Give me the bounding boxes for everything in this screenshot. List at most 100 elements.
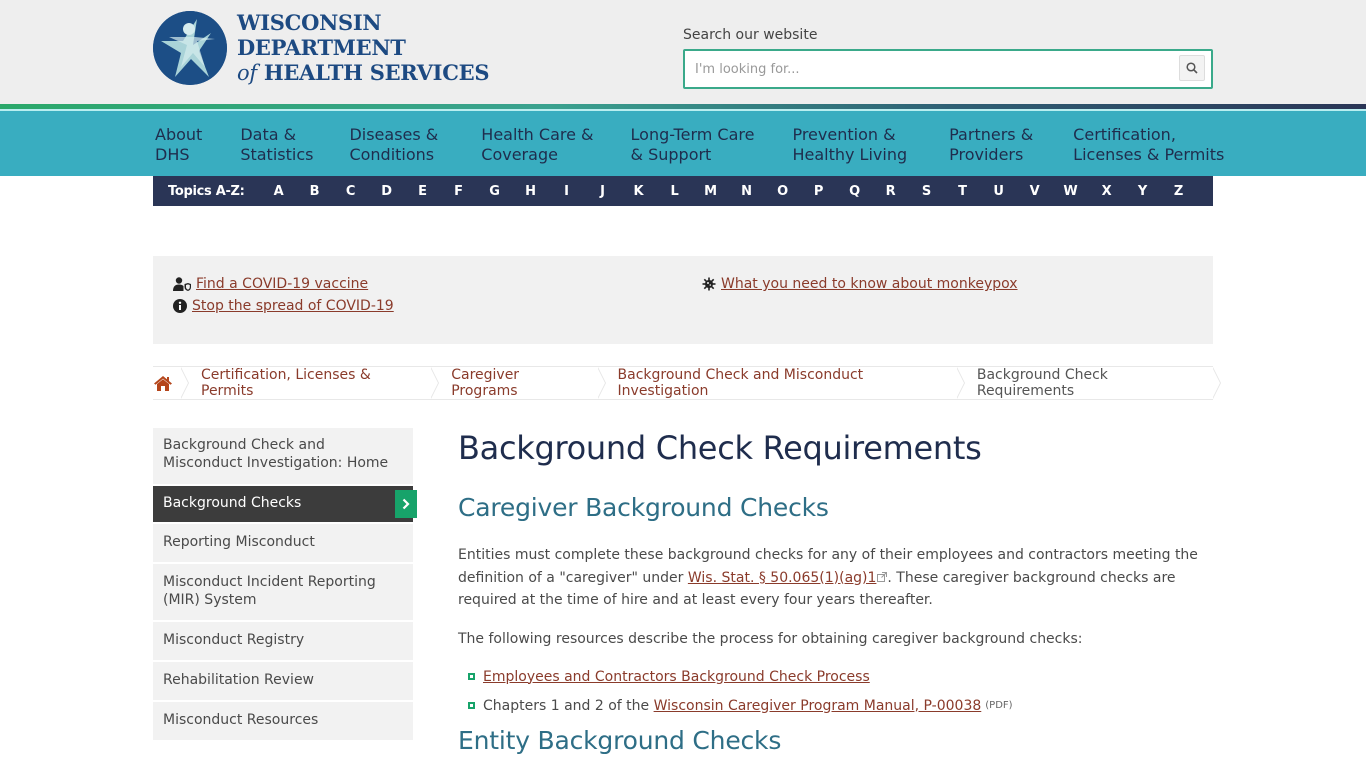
az-letter-link[interactable]: F: [441, 184, 477, 199]
search-icon: [1186, 62, 1198, 74]
breadcrumb-item[interactable]: Certification, Licenses & Permits: [181, 367, 440, 399]
list-item: Employees and Contractors Background Che…: [468, 667, 1213, 687]
resources-list: Employees and Contractors Background Che…: [468, 667, 1213, 716]
section-heading-caregiver: Caregiver Background Checks: [458, 493, 829, 522]
az-letter-link[interactable]: O: [765, 184, 801, 199]
nav-item[interactable]: Data & Statistics: [240, 125, 313, 165]
logo-health-services: HEALTH SERVICES: [256, 60, 490, 85]
nav-item[interactable]: Partners & Providers: [949, 125, 1033, 165]
nav-item-line: Licenses & Permits: [1073, 145, 1225, 164]
nav-item-line: Coverage: [481, 145, 558, 164]
square-bullet-icon: [468, 673, 475, 680]
az-letter-link[interactable]: W: [1053, 184, 1089, 199]
topics-az-label: Topics A-Z:: [168, 183, 245, 199]
az-letter-link[interactable]: Y: [1125, 184, 1161, 199]
caregiver-manual-link[interactable]: Wisconsin Caregiver Program Manual, P-00…: [654, 696, 982, 716]
nav-item-line: Certification,: [1073, 125, 1176, 144]
breadcrumb-link[interactable]: Certification, Licenses & Permits: [201, 367, 417, 399]
az-letter-link[interactable]: U: [981, 184, 1017, 199]
logo-of: of: [237, 61, 257, 85]
nav-item[interactable]: Long-Term Care & Support: [631, 125, 755, 165]
alert-monkeypox: What you need to know about monkeypox: [702, 276, 1018, 292]
wis-stat-link[interactable]: Wis. Stat. § 50.065(1)(ag)1: [688, 570, 877, 586]
nav-item-line: Providers: [949, 145, 1024, 164]
caregiver-intro-paragraph: Entities must complete these background …: [458, 544, 1213, 612]
nav-item[interactable]: Diseases & Conditions: [349, 125, 438, 165]
az-letter-link[interactable]: M: [693, 184, 729, 199]
user-shield-icon: [173, 276, 191, 292]
az-letter-link[interactable]: X: [1089, 184, 1125, 199]
sidebar-item[interactable]: Background Checks: [153, 486, 417, 522]
dhs-logo[interactable]: WISCONSIN DEPARTMENT of HEALTH SERVICES: [153, 10, 543, 86]
page-title: Background Check Requirements: [458, 429, 982, 467]
az-letter-link[interactable]: E: [405, 184, 441, 199]
az-letter-link[interactable]: H: [513, 184, 549, 199]
nav-item-line: Statistics: [240, 145, 314, 164]
sidebar-item[interactable]: Misconduct Registry: [153, 622, 413, 660]
az-letter-link[interactable]: G: [477, 184, 513, 199]
nav-item-line: About: [155, 125, 203, 144]
az-letter-link[interactable]: J: [585, 184, 621, 199]
az-letter-link[interactable]: Q: [837, 184, 873, 199]
sidebar-item-label: Misconduct Registry: [163, 632, 305, 648]
sidebar-item-label: Misconduct Incident Reporting (MIR) Syst…: [163, 574, 376, 608]
az-letter-link[interactable]: B: [297, 184, 333, 199]
info-circle-icon: [173, 298, 187, 314]
sidebar-item-label: Reporting Misconduct: [163, 534, 315, 550]
pdf-badge: (PDF): [985, 699, 1013, 711]
stop-spread-covid-link[interactable]: Stop the spread of COVID-19: [192, 298, 394, 314]
breadcrumb-item[interactable]: Caregiver Programs: [431, 367, 606, 399]
nav-item-line: Health Care &: [481, 125, 594, 144]
az-letter-link[interactable]: V: [1017, 184, 1053, 199]
az-letter-link[interactable]: Z: [1161, 184, 1197, 199]
list-item: Chapters 1 and 2 of the Wisconsin Caregi…: [468, 696, 1213, 716]
breadcrumb-home[interactable]: [153, 367, 189, 399]
logo-emblem-icon: [153, 11, 227, 85]
main-nav-list: About DHS Data & Statistics Diseases & Condit…: [155, 125, 1224, 165]
az-letter-link[interactable]: P: [801, 184, 837, 199]
nav-item-line: DHS: [155, 145, 190, 164]
logo-line1: WISCONSIN DEPARTMENT: [237, 10, 406, 60]
breadcrumb-link[interactable]: Background Check and Misconduct Investig…: [618, 367, 943, 399]
external-link-icon: [877, 571, 888, 582]
breadcrumb-item[interactable]: Background Check and Misconduct Investig…: [598, 367, 966, 399]
logo-line2: of HEALTH SERVICES: [237, 60, 543, 86]
nav-item-line: & Support: [630, 145, 712, 164]
search-button[interactable]: [1179, 55, 1205, 81]
az-letter-link[interactable]: L: [657, 184, 693, 199]
nav-item[interactable]: Health Care & Coverage: [481, 125, 593, 165]
az-letter-link[interactable]: A: [261, 184, 297, 199]
az-letter-link[interactable]: K: [621, 184, 657, 199]
sidebar-item[interactable]: Reporting Misconduct: [153, 524, 413, 562]
az-letter-link[interactable]: T: [945, 184, 981, 199]
sidebar-item[interactable]: Misconduct Resources: [153, 702, 413, 740]
nav-item-line: Healthy Living: [792, 145, 908, 164]
az-letter-link[interactable]: D: [369, 184, 405, 199]
sidebar-item[interactable]: Misconduct Incident Reporting (MIR) Syst…: [153, 564, 413, 620]
sidebar-item[interactable]: Rehabilitation Review: [153, 662, 413, 700]
breadcrumb-link[interactable]: Caregiver Programs: [451, 367, 583, 399]
nav-item[interactable]: About DHS: [155, 125, 202, 165]
breadcrumb: Certification, Licenses & Permits Caregi…: [153, 366, 1222, 400]
monkeypox-link[interactable]: What you need to know about monkeypox: [721, 276, 1018, 292]
sidebar-item-label: Rehabilitation Review: [163, 672, 315, 688]
nav-item[interactable]: Prevention & Healthy Living: [792, 125, 907, 165]
section-sidebar: Background Check and Misconduct Investig…: [153, 428, 417, 742]
az-letter-link[interactable]: I: [549, 184, 585, 199]
search-box: [683, 49, 1213, 89]
main-nav: About DHS Data & Statistics Diseases & Condit…: [0, 111, 1366, 176]
az-letter-link[interactable]: C: [333, 184, 369, 199]
az-letter-link[interactable]: R: [873, 184, 909, 199]
background-check-process-link[interactable]: Employees and Contractors Background Che…: [483, 667, 870, 687]
sidebar-item[interactable]: Background Check and Misconduct Investig…: [153, 428, 413, 484]
sidebar-item-label: Background Check and Misconduct Investig…: [163, 437, 389, 471]
az-letter-link[interactable]: S: [909, 184, 945, 199]
nav-item[interactable]: Certification, Licenses & Permits: [1073, 125, 1224, 165]
topics-az-bar: Topics A-Z: ABCDEFGHIJKLMNOPQRSTUVWXYZ: [153, 176, 1213, 206]
az-letter-link[interactable]: N: [729, 184, 765, 199]
sidebar-item-label: Background Checks: [163, 495, 302, 511]
nav-item-line: Diseases &: [349, 125, 439, 144]
nav-item-line: Long-Term Care: [630, 125, 755, 144]
search-input[interactable]: [695, 59, 1155, 79]
find-covid-vaccine-link[interactable]: Find a COVID-19 vaccine: [196, 276, 368, 292]
